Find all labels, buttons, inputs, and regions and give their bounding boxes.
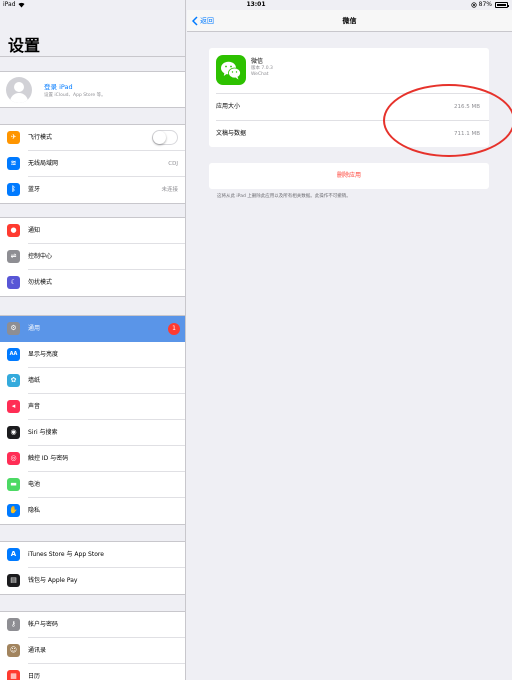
- profile-sign-in-label: 登录 iPad: [44, 83, 73, 91]
- sidebar-item-label: 控制中心: [28, 253, 53, 260]
- profile-subtitle: 设置 iCloud、App Store 等。: [44, 93, 106, 98]
- sidebar-item[interactable]: ☾ 勿扰模式: [0, 270, 185, 296]
- sidebar-item[interactable]: ✿ 墙纸: [0, 368, 185, 394]
- app-version: 版本 7.0.3: [251, 66, 273, 71]
- sidebar-item-label: 帐户与密码: [28, 621, 59, 628]
- wallpaper-icon: ✿: [7, 374, 20, 387]
- hand-icon: ✋: [7, 504, 20, 517]
- sidebar-item[interactable]: AiTunes Store 与 App Store: [0, 542, 185, 568]
- documents-data-label: 文稿与数据: [216, 130, 247, 137]
- sidebar-item-label: 日历: [28, 673, 41, 680]
- sidebar-item[interactable]: ☺ 通讯录: [0, 638, 185, 664]
- calendar-icon: ▦: [7, 670, 20, 680]
- moon-icon: ☾: [7, 276, 20, 289]
- sidebar-item-label: 电池: [28, 481, 41, 488]
- sidebar-item[interactable]: ● 通知: [0, 218, 185, 244]
- status-bar: iPad 13:01 87%: [0, 0, 512, 10]
- delete-app-button[interactable]: 删除应用: [209, 163, 489, 189]
- battery-icon: [495, 2, 509, 8]
- sidebar-item[interactable]: ᛒ 蓝牙 未连接: [0, 177, 185, 203]
- speaker-icon: ◂: [7, 400, 20, 413]
- contacts-icon: ☺: [7, 644, 20, 657]
- delete-app-note: 这将从此 iPad 上删除此应用以及所有相关数据。此操作不可撤销。: [217, 194, 351, 199]
- settings-group: AiTunes Store 与 App Store ▤ 钱包与 Apple Pay: [0, 541, 185, 595]
- app-vendor: WeChat: [251, 72, 269, 77]
- bluetooth-icon: ᛒ: [7, 183, 20, 196]
- wallet-icon: ▤: [7, 574, 20, 587]
- battery-icon: ▬: [7, 478, 20, 491]
- battery-percent: 87%: [478, 1, 492, 8]
- sidebar-item[interactable]: ✈ 飞行模式: [0, 125, 185, 151]
- sidebar-item-label: 通用: [28, 325, 41, 332]
- sidebar-item[interactable]: ◂ 声音: [0, 394, 185, 420]
- sidebar-item-label: 墙纸: [28, 377, 41, 384]
- fingerprint-icon: ◎: [7, 452, 20, 465]
- display-icon: AA: [7, 348, 20, 361]
- airplane-mode-toggle[interactable]: [152, 130, 178, 145]
- app-name: 微信: [251, 58, 264, 65]
- settings-group: ⚷ 帐户与密码 ☺ 通讯录 ▦ 日历: [0, 611, 185, 680]
- key-icon: ⚷: [7, 618, 20, 631]
- sidebar-item[interactable]: ◎ 触控 ID 与密码: [0, 446, 185, 472]
- sidebar-item-value: CDJ: [168, 161, 178, 167]
- app-store-icon: A: [7, 548, 20, 561]
- sidebar-item[interactable]: ▬ 电池: [0, 472, 185, 498]
- wechat-icon: [216, 55, 246, 85]
- sidebar-item[interactable]: ⚷ 帐户与密码: [0, 612, 185, 638]
- settings-group: ⚙ 通用 1 AA 显示与亮度 ✿ 墙纸 ◂ 声音 ◉ Siri 与搜索 ◎ 触控 ID 与密码 ▬ 电池 ✋…: [0, 315, 185, 525]
- sidebar-item-label: iTunes Store 与 App Store: [28, 551, 104, 558]
- title-separator: [0, 56, 185, 57]
- sidebar-item-label: 勿扰模式: [28, 279, 53, 286]
- sidebar-item-label: 通知: [28, 227, 41, 234]
- sidebar-item[interactable]: ≋ 无线局域网 CDJ: [0, 151, 185, 177]
- clock: 13:01: [246, 1, 266, 8]
- sidebar-item[interactable]: ⚙ 通用 1: [0, 316, 185, 342]
- sidebar-item-value: 未连接: [161, 187, 178, 193]
- sidebar-item-label: Siri 与搜索: [28, 429, 58, 436]
- app-size-label: 应用大小: [216, 103, 241, 110]
- airplane-icon: ✈: [7, 131, 20, 144]
- lock-rotation-icon: [471, 2, 477, 8]
- sidebar-title: 设置: [8, 36, 41, 55]
- sidebar-item-label: 显示与亮度: [28, 351, 59, 358]
- apple-id-profile[interactable]: 登录 iPad 设置 iCloud、App Store 等。: [0, 71, 185, 108]
- sidebar-item[interactable]: ⇌ 控制中心: [0, 244, 185, 270]
- notification-icon: ●: [7, 224, 20, 237]
- settings-group: ● 通知 ⇌ 控制中心 ☾ 勿扰模式: [0, 217, 185, 297]
- sidebar-item-label: 隐私: [28, 507, 41, 514]
- notification-badge: 1: [168, 323, 180, 335]
- control-center-icon: ⇌: [7, 250, 20, 263]
- wifi-icon: ≋: [7, 157, 20, 170]
- sidebar-item[interactable]: ◉ Siri 与搜索: [0, 420, 185, 446]
- avatar: [6, 77, 32, 103]
- sidebar-item-label: 飞行模式: [28, 134, 53, 141]
- siri-icon: ◉: [7, 426, 20, 439]
- sidebar-item-label: 钱包与 Apple Pay: [28, 577, 78, 584]
- sidebar-item[interactable]: ✋ 隐私: [0, 498, 185, 524]
- sidebar-item[interactable]: ▦ 日历: [0, 664, 185, 680]
- sidebar-item-label: 声音: [28, 403, 41, 410]
- sidebar-item-label: 触控 ID 与密码: [28, 455, 69, 462]
- gear-icon: ⚙: [7, 322, 20, 335]
- sidebar-item[interactable]: AA 显示与亮度: [0, 342, 185, 368]
- settings-sidebar: 设置 登录 iPad 设置 iCloud、App Store 等。 ✈ 飞行模式 ≋…: [0, 0, 186, 680]
- page-title: 微信: [342, 17, 357, 25]
- settings-group: ✈ 飞行模式 ≋ 无线局域网 CDJ ᛒ 蓝牙 未连接: [0, 124, 185, 204]
- sidebar-item-label: 蓝牙: [28, 186, 41, 193]
- nav-bar: 返回 微信: [187, 10, 512, 32]
- red-annotation-circle: [383, 84, 512, 157]
- sidebar-item-label: 无线局域网: [28, 160, 59, 167]
- sidebar-item-label: 通讯录: [28, 647, 47, 654]
- toggle-knob: [153, 131, 166, 144]
- sidebar-item[interactable]: ▤ 钱包与 Apple Pay: [0, 568, 185, 594]
